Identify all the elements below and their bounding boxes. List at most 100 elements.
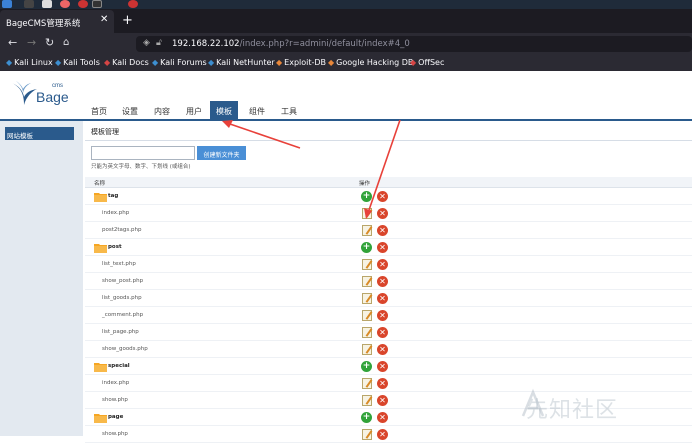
- file-name[interactable]: show_goods.php: [102, 346, 148, 352]
- file-name[interactable]: index.php: [102, 380, 129, 386]
- add-file-icon[interactable]: +: [361, 191, 372, 202]
- window-icon[interactable]: [92, 0, 102, 8]
- folder-name[interactable]: special: [108, 363, 130, 369]
- delete-icon[interactable]: ✕: [377, 310, 388, 321]
- bookmark-kali-forums[interactable]: ◆ Kali Forums: [152, 58, 207, 67]
- edit-file-icon[interactable]: [362, 293, 372, 304]
- forward-icon[interactable]: →: [27, 36, 36, 49]
- file-name[interactable]: _comment.php: [102, 312, 143, 318]
- nav-home[interactable]: 首页: [91, 106, 107, 117]
- kali-icon: ◆: [104, 58, 111, 67]
- bookmark-kali-docs[interactable]: ◆ Kali Docs: [104, 58, 149, 67]
- sidebar-item-site-templates[interactable]: 网站模板: [5, 127, 74, 140]
- file-name[interactable]: list_page.php: [102, 329, 139, 335]
- os-taskbar: [0, 0, 692, 9]
- kali-icon: ◆: [152, 58, 159, 67]
- divider: [85, 140, 692, 141]
- edit-file-icon[interactable]: [362, 225, 372, 236]
- delete-icon[interactable]: ✕: [377, 225, 388, 236]
- browser-tab-bar: BageCMS管理系统 ✕ +: [0, 9, 692, 33]
- file-row: index.php ✕: [85, 375, 692, 392]
- delete-icon[interactable]: ✕: [377, 208, 388, 219]
- url-bar[interactable]: ◈ 🔓︎ 192.168.22.102/index.php?r=admini/d…: [136, 36, 692, 52]
- running-app-icon[interactable]: [128, 0, 138, 8]
- edit-file-icon[interactable]: [362, 208, 372, 219]
- delete-icon[interactable]: ✕: [377, 429, 388, 440]
- delete-icon[interactable]: ✕: [377, 378, 388, 389]
- folder-row: tag + ✕: [85, 188, 692, 205]
- edit-file-icon[interactable]: [362, 395, 372, 406]
- file-name[interactable]: show_post.php: [102, 278, 143, 284]
- edit-file-icon[interactable]: [362, 276, 372, 287]
- shield-icon: ◈: [143, 38, 150, 48]
- file-name[interactable]: index.php: [102, 210, 129, 216]
- add-file-icon[interactable]: +: [361, 361, 372, 372]
- terminal-icon[interactable]: [24, 0, 34, 8]
- reload-icon[interactable]: ↻: [45, 36, 54, 49]
- nav-users[interactable]: 用户: [186, 106, 202, 117]
- close-tab-icon[interactable]: ✕: [100, 14, 108, 25]
- tab-bagecms[interactable]: BageCMS管理系统: [0, 10, 114, 33]
- add-file-icon[interactable]: +: [361, 242, 372, 253]
- folder-icon: [94, 414, 107, 423]
- folder-name[interactable]: post: [108, 244, 122, 250]
- back-icon[interactable]: ←: [8, 36, 17, 49]
- edit-file-icon[interactable]: [362, 429, 372, 440]
- app-icon[interactable]: [78, 0, 88, 8]
- column-name-header: 名称: [94, 181, 106, 187]
- file-name[interactable]: show.php: [102, 431, 128, 437]
- ghdb-icon: ◆: [328, 58, 335, 67]
- home-icon[interactable]: ⌂: [63, 37, 69, 48]
- file-row: _comment.php ✕: [85, 307, 692, 324]
- folder-name-input[interactable]: [91, 146, 195, 160]
- files-icon[interactable]: [42, 0, 52, 8]
- file-name[interactable]: show.php: [102, 397, 128, 403]
- add-file-icon[interactable]: +: [361, 412, 372, 423]
- delete-icon[interactable]: ✕: [377, 293, 388, 304]
- delete-icon[interactable]: ✕: [377, 361, 388, 372]
- bookmark-kali-linux[interactable]: ◆ Kali Linux: [6, 58, 53, 67]
- url-host: 192.168.22.102: [172, 39, 240, 49]
- edit-file-icon[interactable]: [362, 259, 372, 270]
- new-tab-button[interactable]: +: [122, 13, 133, 28]
- os-launcher-icon[interactable]: [2, 0, 12, 8]
- bookmark-kali-tools[interactable]: ◆ Kali Tools: [55, 58, 100, 67]
- nav-components[interactable]: 组件: [249, 106, 265, 117]
- delete-icon[interactable]: ✕: [377, 191, 388, 202]
- file-name[interactable]: post2tags.php: [102, 227, 141, 233]
- bookmarks-bar: ◆ Kali Linux ◆ Kali Tools ◆ Kali Docs ◆ Kali…: [0, 55, 692, 71]
- file-name[interactable]: list_goods.php: [102, 295, 142, 301]
- site-header: cms Bage 首页 设置 内容 用户 模板 组件 工具: [0, 71, 692, 121]
- nav-templates[interactable]: 模板: [210, 101, 238, 120]
- nav-content[interactable]: 内容: [154, 106, 170, 117]
- bookmark-google-hacking-db[interactable]: ◆ Google Hacking DB: [328, 58, 413, 67]
- bookmark-exploit-db[interactable]: ◆ Exploit-DB: [276, 58, 326, 67]
- delete-icon[interactable]: ✕: [377, 242, 388, 253]
- main-content: 模板管理 创建新文件夹 只能为英文字母、数字、下划线 (或组合) 名称 操作 t…: [83, 121, 692, 443]
- delete-icon[interactable]: ✕: [377, 412, 388, 423]
- edit-file-icon[interactable]: [362, 327, 372, 338]
- delete-icon[interactable]: ✕: [377, 276, 388, 287]
- delete-icon[interactable]: ✕: [377, 259, 388, 270]
- bookmark-kali-nethunter[interactable]: ◆ Kali NetHunter: [208, 58, 275, 67]
- create-folder-button[interactable]: 创建新文件夹: [197, 146, 246, 160]
- watermark-text: 先知社区: [526, 398, 619, 423]
- folder-icon: [94, 363, 107, 372]
- edit-file-icon[interactable]: [362, 310, 372, 321]
- firefox-icon[interactable]: [60, 0, 70, 8]
- nav-tools[interactable]: 工具: [281, 106, 297, 117]
- folder-name[interactable]: page: [108, 414, 123, 420]
- delete-icon[interactable]: ✕: [377, 395, 388, 406]
- file-row: list_text.php ✕: [85, 256, 692, 273]
- delete-icon[interactable]: ✕: [377, 344, 388, 355]
- edit-file-icon[interactable]: [362, 378, 372, 389]
- delete-icon[interactable]: ✕: [377, 327, 388, 338]
- file-name[interactable]: list_text.php: [102, 261, 136, 267]
- logo-text: Bage: [36, 89, 69, 105]
- edit-file-icon[interactable]: [362, 344, 372, 355]
- file-row: list_goods.php ✕: [85, 290, 692, 307]
- exploit-db-icon: ◆: [276, 58, 283, 67]
- bookmark-offsec[interactable]: ◆ OffSec: [410, 58, 444, 67]
- nav-settings[interactable]: 设置: [122, 106, 138, 117]
- folder-name[interactable]: tag: [108, 193, 118, 199]
